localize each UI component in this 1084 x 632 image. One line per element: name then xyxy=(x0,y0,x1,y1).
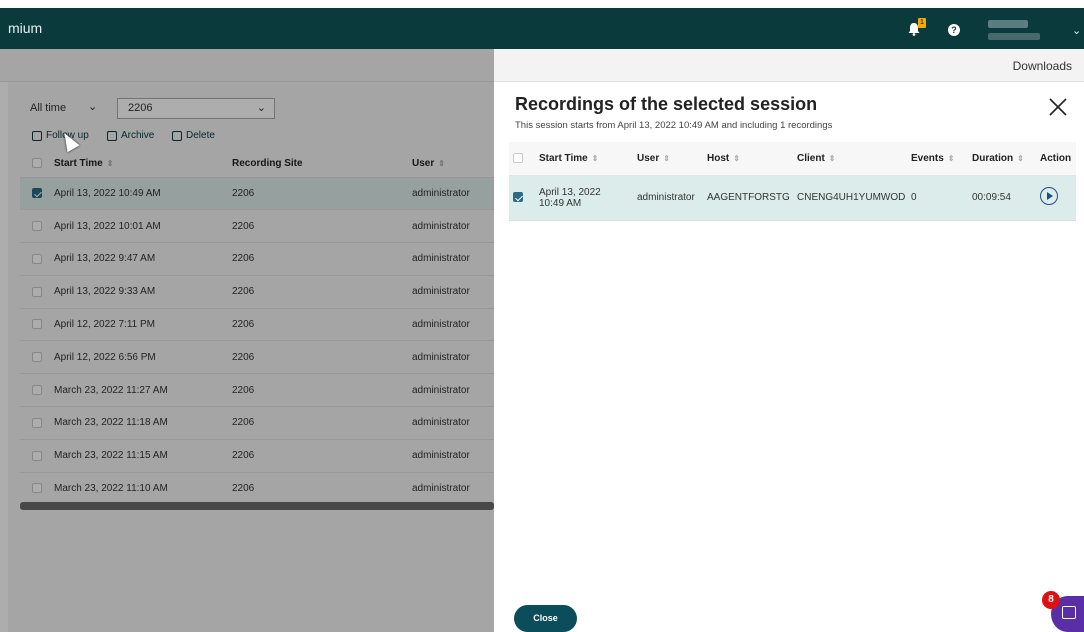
close-button[interactable]: Close xyxy=(514,605,577,632)
row-start-date: April 13, 2022 xyxy=(539,186,601,198)
sort-icon[interactable]: ⇕ xyxy=(1017,154,1024,163)
panel-subtitle: This session starts from April 13, 2022 … xyxy=(515,120,833,131)
downloads-link[interactable]: Downloads xyxy=(1013,59,1072,73)
col-user[interactable]: User xyxy=(637,153,659,164)
assistant-icon xyxy=(1062,606,1076,619)
recordings-table: Start Time ⇕ User ⇕ Host ⇕ Client ⇕ Events ⇕ … xyxy=(509,142,1076,221)
row-checkbox[interactable] xyxy=(513,192,523,203)
sort-icon[interactable]: ⇕ xyxy=(592,154,599,163)
col-client[interactable]: Client xyxy=(797,153,825,164)
row-host: AAGENTFORSTG xyxy=(703,175,793,221)
user-menu[interactable] xyxy=(983,16,1058,44)
help-icon[interactable]: ? xyxy=(948,24,960,36)
col-events[interactable]: Events xyxy=(911,153,944,164)
col-duration[interactable]: Duration xyxy=(972,153,1013,164)
col-start-time[interactable]: Start Time xyxy=(539,153,588,164)
user-org-blurred xyxy=(988,33,1040,40)
select-all-checkbox[interactable] xyxy=(513,153,523,164)
sort-icon[interactable]: ⇕ xyxy=(733,154,740,163)
play-icon[interactable] xyxy=(1040,187,1058,205)
chevron-down-icon[interactable]: ⌄ xyxy=(1072,24,1081,37)
user-name-blurred xyxy=(988,20,1028,28)
top-header: mium 1 ? ⌄ xyxy=(0,8,1084,49)
sort-icon[interactable]: ⇕ xyxy=(829,154,836,163)
row-events: 0 xyxy=(907,175,968,221)
row-duration: 00:09:54 xyxy=(968,175,1036,221)
assistant-badge: 8 xyxy=(1042,591,1060,609)
row-start-time: 10:49 AM xyxy=(539,197,582,209)
col-host[interactable]: Host xyxy=(707,153,729,164)
row-client: CNENG4UH1YUMWOD xyxy=(793,175,907,221)
sort-icon[interactable]: ⇕ xyxy=(948,154,955,163)
app-name: mium xyxy=(8,20,43,36)
row-user: administrator xyxy=(633,175,703,221)
recordings-side-panel: Recordings of the selected session This … xyxy=(494,82,1084,632)
table-row[interactable]: April 13, 2022 10:49 AM administrator AA… xyxy=(509,175,1076,221)
sort-icon[interactable]: ⇕ xyxy=(663,154,670,163)
panel-title: Recordings of the selected session xyxy=(515,94,818,114)
col-action: Action xyxy=(1040,152,1072,164)
close-icon[interactable] xyxy=(1047,96,1069,118)
table-header: Start Time ⇕ User ⇕ Host ⇕ Client ⇕ Events ⇕ … xyxy=(509,142,1076,176)
notification-badge: 1 xyxy=(918,18,926,28)
